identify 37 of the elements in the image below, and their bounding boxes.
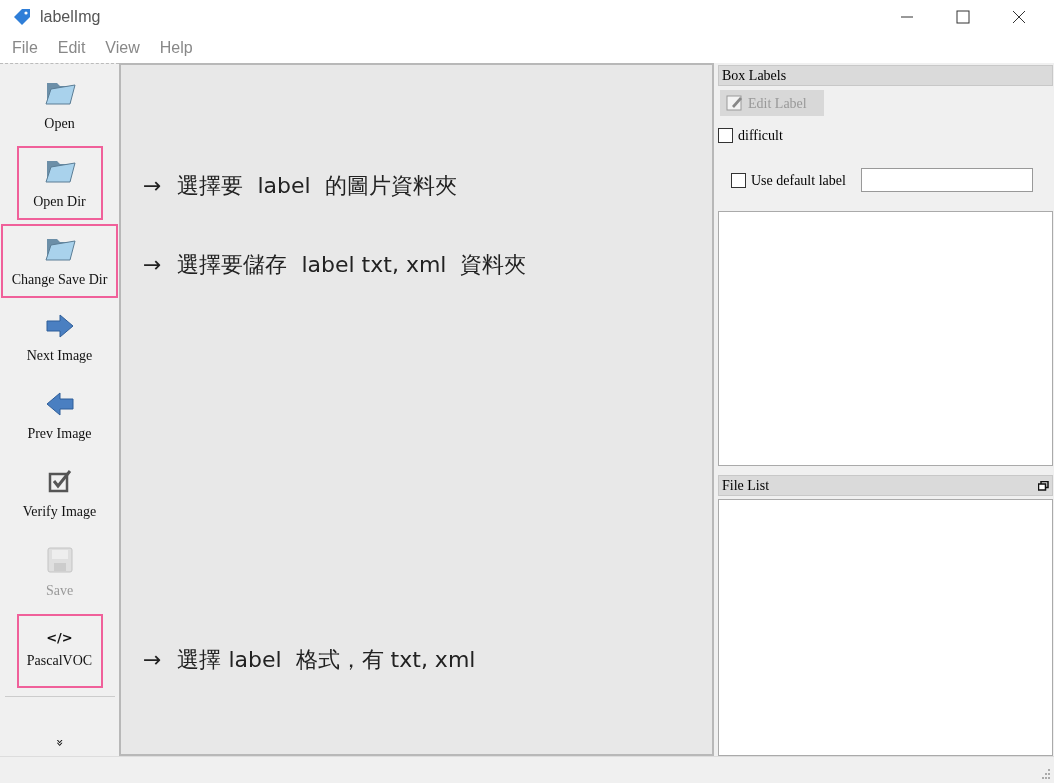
checkbox[interactable]: [718, 128, 733, 143]
window-title: labelImg: [40, 6, 101, 27]
maximize-icon[interactable]: [956, 9, 970, 24]
menu-item[interactable]: File: [12, 36, 38, 60]
default-label-field[interactable]: [860, 168, 1033, 192]
annotation-text: 選擇要儲存 label txt, xml 資料夾: [177, 251, 527, 279]
menu-item[interactable]: View: [105, 36, 140, 60]
dock-title: Box Labels: [722, 67, 787, 85]
toolbar-button[interactable]: Change Save Dir: [1, 224, 118, 298]
more-chevron[interactable]: »: [49, 738, 70, 747]
save-icon: [45, 545, 74, 574]
toolbar-button[interactable]: Open Dir: [16, 146, 103, 220]
menu-item[interactable]: Help: [159, 36, 193, 60]
toolbar-button[interactable]: </> PascalVOC: [16, 614, 103, 688]
dock-title: File List: [722, 477, 770, 495]
arrow-left-icon: [44, 390, 75, 417]
toolbar-button[interactable]: Open: [4, 68, 115, 142]
arrow-right-icon: [44, 312, 75, 339]
code-icon: </>: [46, 631, 73, 644]
checkbox-label: Use default label: [751, 171, 846, 190]
arrow-text: →: [143, 646, 162, 674]
checkbox-label: difficult: [738, 127, 783, 145]
float-icon[interactable]: [1038, 480, 1049, 491]
close-icon[interactable]: [1012, 9, 1026, 24]
size-grip-icon[interactable]: [1039, 768, 1051, 780]
arrow-text: →: [143, 172, 162, 200]
menu-item[interactable]: Edit: [57, 36, 86, 60]
annotation-text: 選擇要 label 的圖片資料夾: [177, 172, 457, 200]
edit-icon: [726, 94, 744, 112]
checkbox[interactable]: [731, 172, 746, 188]
toolbar-button[interactable]: Verify Image: [4, 458, 115, 532]
toolbar-button[interactable]: Next Image: [4, 302, 115, 376]
annotation-text: 選擇 label 格式，有 txt, xml: [177, 646, 476, 674]
checkbox-icon: [46, 468, 73, 495]
toolbar-button[interactable]: Prev Image: [4, 380, 115, 454]
arrow-text: →: [143, 251, 162, 279]
tag-icon: [12, 6, 32, 27]
